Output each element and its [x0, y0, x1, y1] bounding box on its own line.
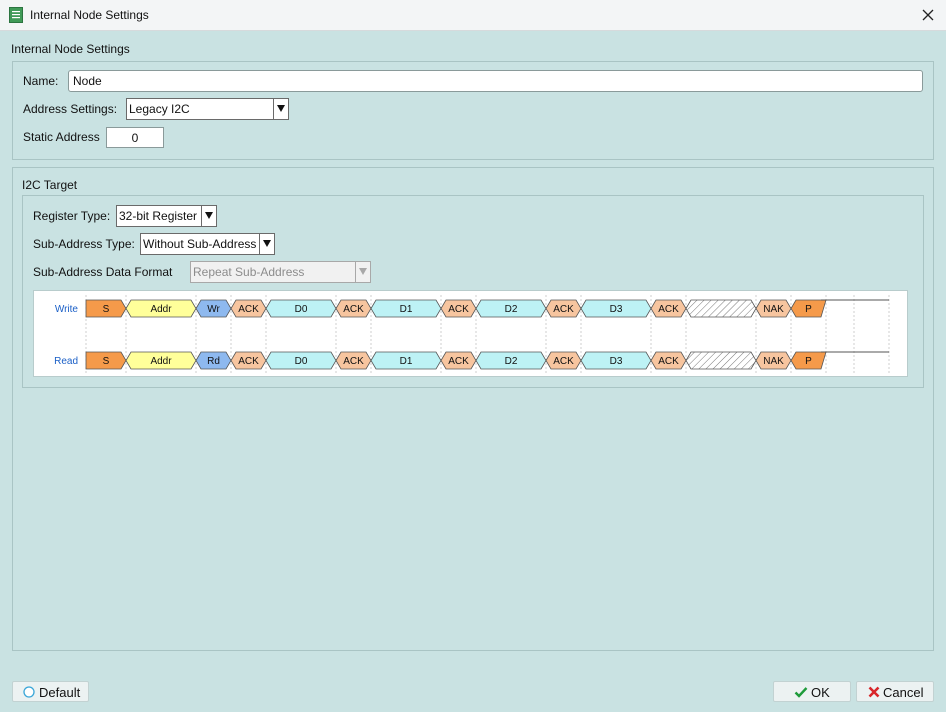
timing-segment-label: Addr: [150, 356, 172, 367]
timing-segment-label: ACK: [238, 356, 259, 367]
timing-segment-label: D1: [400, 304, 413, 315]
timing-segment-label: ACK: [448, 304, 469, 315]
timing-diagram-svg: Write S Addr Wr ACK D0 ACK D1 ACK D2 ACK D3 ACK NAK P R…: [54, 295, 890, 375]
cancel-button-label: Cancel: [883, 685, 924, 700]
timing-segment-label: ACK: [238, 304, 259, 315]
timing-segment-label: Wr: [207, 304, 220, 315]
timing-segment-label: ACK: [553, 304, 574, 315]
timing-segment-label: D2: [505, 356, 518, 367]
timing-row-label: Write: [55, 304, 79, 315]
check-icon: [794, 687, 808, 698]
static-address-label: Static Address: [23, 130, 100, 144]
name-input[interactable]: Node: [68, 70, 923, 92]
timing-segment-hatch: [685, 351, 757, 370]
address-settings-select[interactable]: Legacy I2C: [126, 98, 289, 120]
timing-segment-label: ACK: [448, 356, 469, 367]
ok-button[interactable]: OK: [773, 681, 851, 702]
node-settings-title: Internal Node Settings: [11, 42, 130, 56]
document-icon: [9, 7, 23, 23]
chevron-down-icon[interactable]: [273, 99, 288, 119]
timing-segment-label: ACK: [658, 356, 679, 367]
address-settings-label: Address Settings:: [23, 102, 118, 116]
chevron-down-icon: [355, 262, 370, 282]
timing-segment-label: P: [805, 356, 812, 367]
sub-address-format-select: Repeat Sub-Address: [190, 261, 371, 283]
timing-segment-label: P: [805, 304, 812, 315]
timing-segment-label: D2: [505, 304, 518, 315]
timing-segment-label: D0: [295, 356, 308, 367]
default-button[interactable]: Default: [12, 681, 89, 702]
register-type-select[interactable]: 32-bit Register: [116, 205, 217, 227]
window-title: Internal Node Settings: [30, 8, 149, 22]
timing-segment-label: ACK: [658, 304, 679, 315]
cancel-x-icon: [868, 686, 880, 698]
timing-segment-label: S: [103, 304, 110, 315]
chevron-down-icon[interactable]: [201, 206, 216, 226]
timing-diagram: Write S Addr Wr ACK D0 ACK D1 ACK D2 ACK D3 ACK NAK P R…: [33, 290, 908, 377]
timing-segment-label: S: [103, 356, 110, 367]
i2c-target-title: I2C Target: [22, 178, 78, 192]
ok-button-label: OK: [811, 685, 830, 700]
sub-address-format-label: Sub-Address Data Format: [33, 265, 173, 279]
timing-segment-label: D3: [610, 304, 623, 315]
close-icon[interactable]: [918, 5, 938, 25]
static-address-input[interactable]: 0: [106, 127, 164, 148]
chevron-down-icon[interactable]: [259, 234, 274, 254]
timing-segment-label: Rd: [207, 356, 220, 367]
cancel-button[interactable]: Cancel: [856, 681, 934, 702]
name-label: Name:: [23, 74, 59, 88]
sub-address-type-label: Sub-Address Type:: [33, 237, 135, 251]
timing-segment-label: Addr: [150, 304, 172, 315]
timing-segment-label: ACK: [553, 356, 574, 367]
timing-segment-label: ACK: [343, 356, 364, 367]
sub-address-format-value: Repeat Sub-Address: [193, 265, 305, 279]
address-settings-value: Legacy I2C: [129, 102, 190, 116]
timing-segment-hatch: [685, 299, 757, 318]
timing-segment-label: NAK: [763, 356, 784, 367]
timing-segment-label: NAK: [763, 304, 784, 315]
timing-segment-label: D0: [295, 304, 308, 315]
sub-address-type-value: Without Sub-Address: [143, 237, 257, 251]
timing-segment-label: ACK: [343, 304, 364, 315]
title-bar: Internal Node Settings: [0, 0, 946, 31]
register-type-label: Register Type:: [33, 209, 111, 223]
timing-segment-label: D3: [610, 356, 623, 367]
sub-address-type-select[interactable]: Without Sub-Address: [140, 233, 275, 255]
default-button-label: Default: [39, 685, 81, 700]
info-circle-icon: [23, 686, 35, 698]
timing-segment-label: D1: [400, 356, 413, 367]
register-type-value: 32-bit Register: [119, 209, 198, 223]
timing-row-label: Read: [54, 356, 78, 367]
